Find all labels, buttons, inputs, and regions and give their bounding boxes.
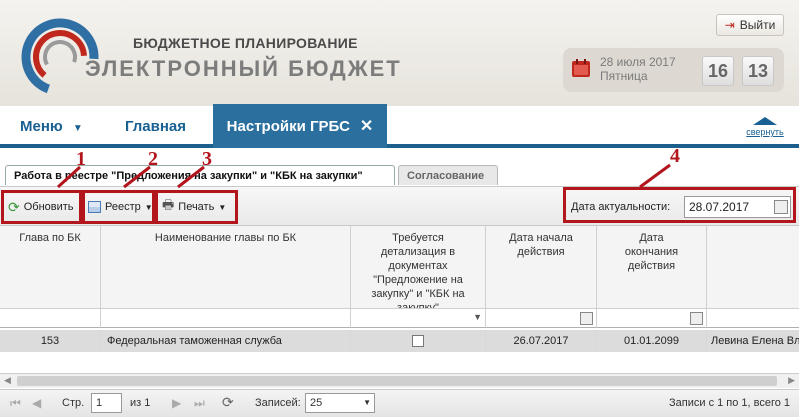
last-page-icon[interactable]: ⏭ (194, 396, 205, 411)
tab-grbs-settings[interactable]: Настройки ГРБС ✕ (213, 104, 387, 148)
current-date: 28 июля 2017 (600, 55, 676, 69)
page-count: из 1 (130, 397, 151, 409)
records-label: Записей: (255, 397, 301, 409)
cell-name: Федеральная таможенная служба (101, 330, 351, 352)
cell-user: Левина Елена Вл (711, 335, 799, 347)
main-menu-bar (0, 106, 799, 148)
column-header-detail[interactable]: Требуется детализация в документах "Пред… (351, 226, 486, 314)
highlight-box-3 (155, 190, 238, 224)
date-picker-icon[interactable] (580, 312, 593, 325)
scroll-right-icon[interactable]: ▶ (788, 375, 795, 386)
brand-title: БЮДЖЕТНОЕ ПЛАНИРОВАНИЕ (133, 35, 358, 51)
logout-icon: ⇥ (724, 18, 735, 32)
logo-icon (21, 18, 99, 96)
highlight-box-2 (82, 190, 155, 224)
calendar-icon (572, 59, 590, 77)
close-icon[interactable]: ✕ (360, 116, 373, 136)
column-header-end-date[interactable]: Дата окончания действия (597, 226, 707, 308)
filter-start-date[interactable] (486, 308, 597, 328)
refresh-icon[interactable]: ⟳ (222, 394, 234, 411)
menu-dropdown[interactable]: Меню ▼ (20, 118, 83, 135)
clock-hours: 16 (702, 56, 734, 86)
brand-subtitle: ЭЛЕКТРОННЫЙ БЮДЖЕТ (85, 56, 402, 81)
filter-detail[interactable]: ▼ (351, 308, 486, 328)
cell-code: 153 (0, 330, 101, 352)
page-input[interactable]: 1 (91, 393, 122, 413)
records-summary: Записи с 1 по 1, всего 1 (669, 397, 791, 409)
filter-end-date[interactable] (597, 308, 707, 328)
cell-detail (351, 330, 486, 352)
detail-checkbox[interactable] (412, 335, 424, 347)
cell-start-date: 26.07.2017 (486, 330, 597, 352)
records-select[interactable]: 25 ▼ (305, 393, 375, 413)
scroll-thumb[interactable] (17, 376, 777, 386)
chevron-down-icon[interactable]: ▼ (473, 312, 482, 322)
page-label: Стр. (62, 397, 85, 409)
chevron-down-icon: ▼ (363, 398, 371, 407)
cell-end-date: 01.01.2099 (597, 330, 707, 352)
date-picker-icon[interactable] (690, 312, 703, 325)
column-header-start-date[interactable]: Дата начала действия (486, 226, 597, 308)
column-header-name[interactable]: Наименование главы по БК (101, 226, 351, 308)
tab-label: Настройки ГРБС (226, 117, 350, 135)
filter-name[interactable] (101, 308, 351, 328)
menu-label: Меню (20, 118, 63, 135)
annotation-number-1: 1 (76, 148, 86, 170)
next-page-icon[interactable]: ▶ (172, 396, 181, 410)
column-header-code[interactable]: Глава по БК (0, 226, 101, 308)
current-weekday: Пятница (600, 69, 648, 83)
collapse-label: свернуть (746, 127, 784, 137)
first-page-icon[interactable]: ⏮ (10, 396, 21, 411)
annotation-number-3: 3 (202, 148, 212, 170)
annotation-number-2: 2 (148, 148, 158, 170)
filter-user[interactable] (707, 308, 799, 328)
menu-item-home[interactable]: Главная (125, 118, 186, 135)
highlight-box-1 (1, 190, 82, 224)
records-value: 25 (310, 397, 323, 409)
prev-page-icon[interactable]: ◀ (32, 396, 41, 410)
chevron-down-icon: ▼ (72, 123, 83, 134)
scroll-left-icon[interactable]: ◀ (4, 375, 11, 386)
logout-button[interactable]: ⇥ Выйти (716, 14, 784, 36)
filter-code[interactable] (0, 308, 101, 328)
clock-minutes: 13 (742, 56, 774, 86)
collapse-button[interactable]: свернуть (742, 117, 788, 137)
annotation-number-4: 4 (670, 145, 680, 167)
horizontal-scrollbar[interactable]: ◀ ▶ (0, 373, 799, 388)
logout-label: Выйти (739, 18, 776, 32)
collapse-arrow-icon (753, 117, 777, 125)
column-header-user (707, 226, 799, 308)
